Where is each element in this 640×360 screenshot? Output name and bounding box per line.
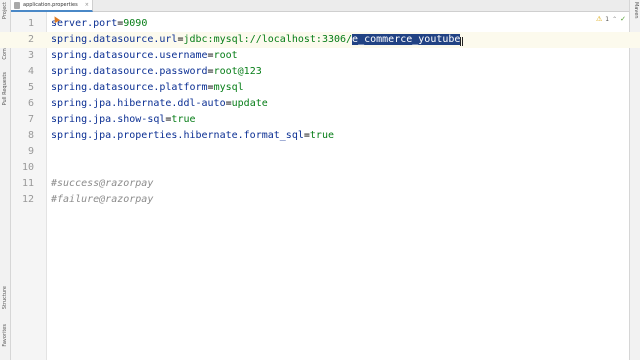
toolwindow-structure[interactable]: Structure bbox=[0, 286, 11, 309]
property-value: true bbox=[171, 114, 196, 125]
line-number: 9 bbox=[27, 146, 34, 157]
properties-file-icon bbox=[14, 1, 20, 9]
property-value: root bbox=[213, 50, 238, 61]
warning-count: 1 bbox=[605, 15, 610, 23]
comment-line[interactable]: #failure@razorpay bbox=[51, 192, 153, 208]
line-number: 4 bbox=[27, 66, 34, 77]
property-key: spring.jpa.show-sql bbox=[51, 114, 166, 125]
property-value: jdbc:mysql://localhost:3306/ bbox=[183, 34, 353, 45]
toolwindow-maven[interactable]: Maven bbox=[630, 2, 640, 19]
property-key: spring.jpa.hibernate.ddl-auto bbox=[51, 98, 226, 109]
property-value: update bbox=[231, 98, 268, 109]
property-value: root@123 bbox=[213, 66, 262, 77]
left-toolwindow-bar: Project Commit Pull Requests Structure F… bbox=[0, 0, 11, 360]
property-key: spring.jpa.properties.hibernate.format_s… bbox=[51, 130, 304, 141]
line-number: 12 bbox=[21, 194, 34, 205]
toolwindow-favorites[interactable]: Favorites bbox=[0, 324, 11, 347]
code-line[interactable]: spring.jpa.hibernate.ddl-auto=update bbox=[51, 96, 268, 112]
line-number: 5 bbox=[27, 82, 34, 93]
right-toolwindow-bar: Maven bbox=[629, 0, 640, 360]
line-number: 11 bbox=[21, 178, 34, 189]
property-value: 9090 bbox=[123, 18, 148, 29]
code-line[interactable]: spring.datasource.platform=mysql bbox=[51, 80, 244, 96]
warning-icon: ⚠ bbox=[595, 15, 603, 23]
code-line[interactable]: spring.jpa.properties.hibernate.format_s… bbox=[51, 128, 334, 144]
check-icon: ✓ bbox=[620, 15, 626, 23]
line-number: 3 bbox=[27, 50, 34, 61]
code-line[interactable]: server.port=9090 bbox=[51, 16, 147, 32]
property-key: spring.datasource.username bbox=[51, 50, 208, 61]
toolwindow-pull-requests[interactable]: Pull Requests bbox=[0, 72, 11, 105]
line-number: 6 bbox=[27, 98, 34, 109]
toolwindow-project[interactable]: Project bbox=[0, 2, 11, 19]
property-key: spring.datasource.url bbox=[51, 34, 178, 45]
line-number: 2 bbox=[27, 34, 34, 45]
close-icon[interactable]: × bbox=[85, 2, 89, 8]
chevron-up-icon[interactable]: ⌃ bbox=[612, 16, 617, 23]
text-cursor-icon bbox=[460, 37, 463, 46]
code-line[interactable]: spring.datasource.password=root@123 bbox=[51, 64, 262, 80]
code-line[interactable]: spring.jpa.show-sql=true bbox=[51, 112, 196, 128]
property-key: spring.datasource.platform bbox=[51, 82, 208, 93]
property-value: true bbox=[309, 130, 334, 141]
code-line[interactable]: spring.datasource.url=jdbc:mysql://local… bbox=[51, 32, 461, 48]
code-line[interactable]: spring.datasource.username=root bbox=[51, 48, 238, 64]
line-number: 8 bbox=[27, 130, 34, 141]
selected-text[interactable]: e_commerce_youtube bbox=[352, 34, 461, 45]
property-key: spring.datasource.password bbox=[51, 66, 208, 77]
tab-label: application.properties bbox=[23, 2, 78, 8]
editor-tab-bar: application.properties × bbox=[11, 0, 629, 12]
line-number: 7 bbox=[27, 114, 34, 125]
inspection-widget[interactable]: ⚠ 1 ⌃ ✓ bbox=[596, 15, 626, 23]
property-key: server.port bbox=[51, 18, 118, 29]
comment-line[interactable]: #success@razorpay bbox=[51, 176, 153, 192]
tab-application-properties[interactable]: application.properties × bbox=[11, 0, 93, 12]
property-value: mysql bbox=[213, 82, 244, 93]
line-number: 10 bbox=[21, 162, 34, 173]
line-number: 1 bbox=[27, 18, 34, 29]
